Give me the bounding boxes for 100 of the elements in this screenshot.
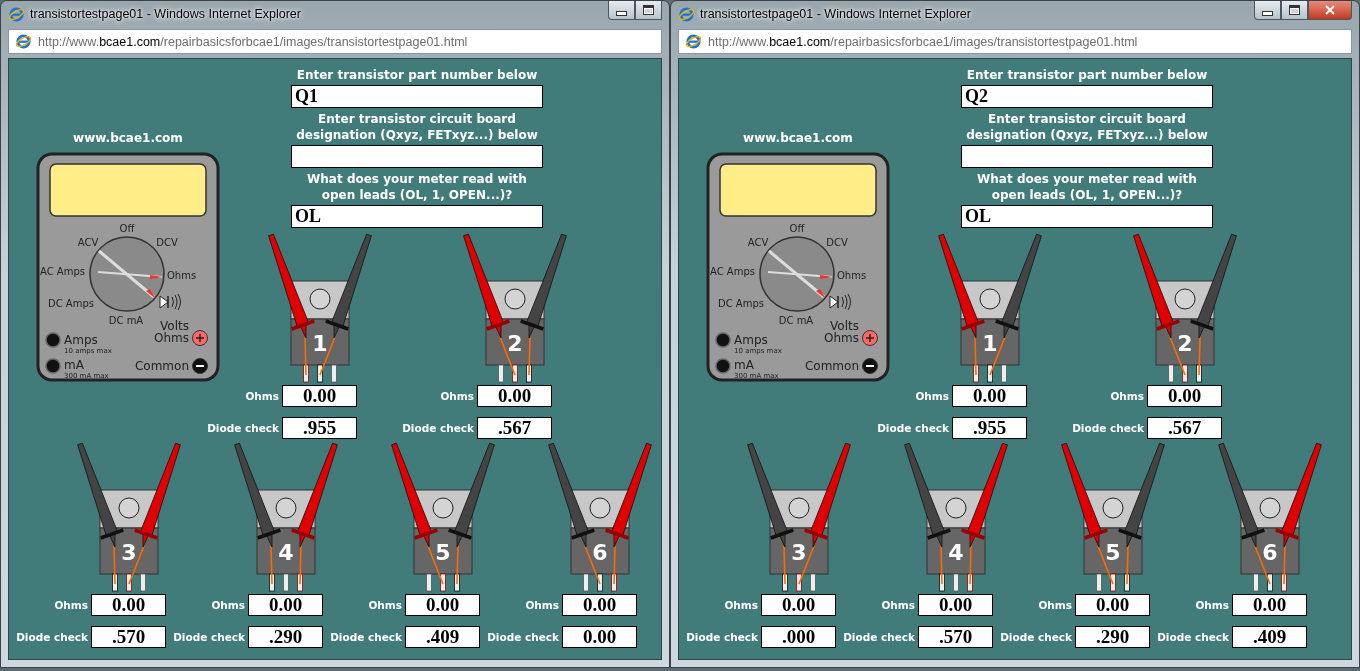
dial-label: AC Amps	[40, 266, 85, 277]
transistor-number: 6	[1262, 540, 1278, 565]
diode-check-field[interactable]: 0.00	[562, 626, 637, 648]
ohms-field[interactable]: 0.00	[282, 385, 357, 407]
negative-probe[interactable]	[1118, 442, 1165, 585]
jack-label: Amps	[734, 333, 768, 347]
url-text: http://www.bcae1.com/repairbasicsforbcae1/images/transistortestpage01.html	[38, 34, 468, 49]
positive-probe[interactable]	[938, 233, 985, 376]
minimize-button[interactable]	[608, 1, 635, 20]
dial-label: DC Amps	[718, 298, 764, 309]
input-field[interactable]: Q1	[291, 85, 543, 108]
diode-check-field[interactable]: .409	[1232, 626, 1307, 648]
ohms-field[interactable]: 0.00	[562, 594, 637, 616]
ohms-field[interactable]: 0.00	[918, 594, 993, 616]
ohms-field[interactable]: 0.00	[1232, 594, 1307, 616]
dial-label: DCV	[826, 237, 848, 248]
dial-label: DC mA	[108, 315, 144, 326]
browser-logo-icon	[15, 33, 32, 50]
url-text: http://www.bcae1.com/repairbasicsforbcae1/images/transistortestpage01.html	[708, 34, 1138, 49]
reading-label: Diode check	[15, 631, 89, 643]
negative-probe[interactable]	[448, 442, 495, 585]
diode-check-field[interactable]: .290	[248, 626, 323, 648]
diode-check-field[interactable]: .000	[761, 626, 836, 648]
ohms-field[interactable]: 0.00	[1147, 385, 1222, 407]
diode-check-field[interactable]: .567	[1147, 417, 1222, 439]
jack-label: Common	[804, 359, 859, 373]
reading-label: Ohms	[880, 599, 916, 611]
negative-probe[interactable]	[520, 233, 567, 376]
input-field[interactable]: Q2	[961, 85, 1213, 108]
jack-label: Volts	[830, 319, 859, 333]
negative-probe[interactable]	[234, 442, 281, 585]
minus-icon	[192, 358, 208, 374]
diode-check-field[interactable]: .955	[282, 417, 357, 439]
jack-socket-icon	[715, 332, 731, 348]
field-label: Enter transistor circuit board designation (Qxyz, FETxyz...) below	[966, 111, 1208, 143]
ohms-field[interactable]: 0.00	[405, 594, 480, 616]
jack-label: Common	[134, 359, 189, 373]
positive-probe[interactable]	[268, 233, 315, 376]
window-title: transistortestpage01 - Windows Internet Explorer	[30, 7, 301, 21]
reading-label: Ohms	[723, 599, 759, 611]
reading-label: Diode check	[876, 422, 950, 434]
negative-probe[interactable]	[904, 442, 951, 585]
reading-label: Ohms	[210, 599, 246, 611]
site-label: www.bcae1.com	[742, 131, 854, 145]
ohms-field[interactable]: 0.00	[91, 594, 166, 616]
diode-icon	[159, 293, 181, 311]
close-button[interactable]	[1308, 1, 1352, 20]
dial-label: Ohms	[837, 270, 867, 281]
ohms-field[interactable]: 0.00	[248, 594, 323, 616]
input-field[interactable]: OL	[961, 205, 1213, 228]
input-field[interactable]: OL	[291, 205, 543, 228]
maximize-button[interactable]	[1281, 1, 1308, 20]
transistor-number: 5	[1105, 540, 1121, 565]
address-field[interactable]: http://www.bcae1.com/repairbasicsforbcae1/images/transistortestpage01.html	[678, 29, 1352, 54]
reading-label: Diode check	[206, 422, 280, 434]
ohms-field[interactable]: 0.00	[952, 385, 1027, 407]
transistor-number: 3	[791, 540, 807, 565]
reading-label: Diode check	[172, 631, 246, 643]
input-field[interactable]	[291, 145, 543, 168]
field-label: Enter transistor circuit board designation (Qxyz, FETxyz...) below	[296, 111, 538, 143]
input-field[interactable]	[961, 145, 1213, 168]
transistor-number: 6	[592, 540, 608, 565]
diode-check-field[interactable]: .955	[952, 417, 1027, 439]
diode-check-field[interactable]: .409	[405, 626, 480, 648]
diode-check-field[interactable]: .570	[91, 626, 166, 648]
field-label: Enter transistor part number below	[296, 67, 538, 83]
positive-probe[interactable]	[1275, 442, 1322, 585]
address-field[interactable]: http://www.bcae1.com/repairbasicsforbcae1/images/transistortestpage01.html	[8, 29, 662, 54]
positive-probe[interactable]	[961, 442, 1008, 585]
reading-label: Ohms	[53, 599, 89, 611]
diode-check-field[interactable]: .567	[477, 417, 552, 439]
field-label: What does your meter read with open leads (OL, 1, OPEN...)?	[977, 171, 1197, 203]
ohms-field[interactable]: 0.00	[477, 385, 552, 407]
diode-check-field[interactable]: .570	[918, 626, 993, 648]
dial-label: DC Amps	[48, 298, 94, 309]
reading-label: Ohms	[1037, 599, 1073, 611]
diode-check-field[interactable]: .290	[1075, 626, 1150, 648]
maximize-button[interactable]	[635, 1, 662, 20]
browser-logo-icon	[8, 5, 25, 23]
reading-label: Diode check	[1156, 631, 1230, 643]
dial-label: ACV	[747, 237, 769, 248]
transistor-number: 1	[312, 331, 328, 356]
ohms-field[interactable]: 0.00	[1075, 594, 1150, 616]
jack-label: mA	[734, 358, 754, 372]
negative-probe[interactable]	[77, 442, 124, 585]
ohms-field[interactable]: 0.00	[761, 594, 836, 616]
positive-probe[interactable]	[291, 442, 338, 585]
plus-icon	[192, 330, 208, 346]
reading-label: Ohms	[439, 390, 475, 402]
jack-label: Ohms	[154, 331, 189, 345]
minus-icon	[862, 358, 878, 374]
transistor-number: 4	[278, 540, 294, 565]
plus-icon	[862, 330, 878, 346]
dial-label: Ohms	[167, 270, 197, 281]
reading-label: Ohms	[244, 390, 280, 402]
browser-logo-icon	[685, 33, 702, 50]
negative-probe[interactable]	[747, 442, 794, 585]
positive-probe[interactable]	[605, 442, 652, 585]
minimize-button[interactable]	[1254, 1, 1281, 20]
negative-probe[interactable]	[1190, 233, 1237, 376]
